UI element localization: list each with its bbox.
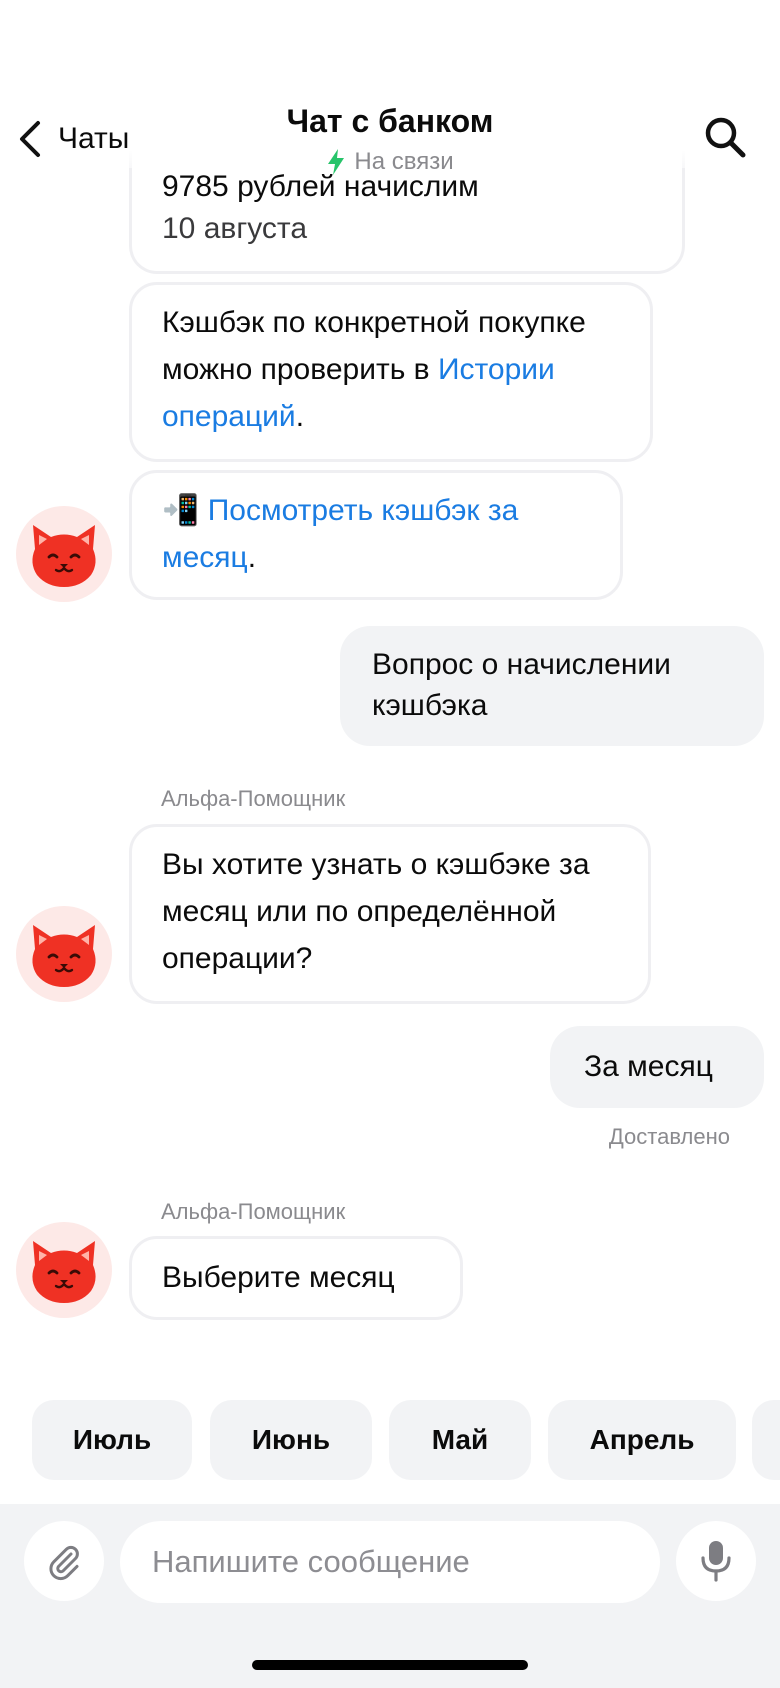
assistant-avatar <box>16 506 112 602</box>
message-text: Вы хотите узнать о кэшбэке за месяц или … <box>162 848 590 975</box>
cellular-signal-icon <box>570 38 610 64</box>
message-text: За месяц <box>584 1050 713 1083</box>
punctuation: . <box>247 541 257 574</box>
cat-avatar-icon <box>32 525 96 587</box>
assistant-avatar <box>16 1222 112 1318</box>
quick-reply-june[interactable]: Июнь <box>210 1400 372 1480</box>
sender-name: Альфа-Помощник <box>161 786 346 811</box>
battery-empty-portion <box>705 37 718 65</box>
monthly-cashback-link[interactable]: Посмотреть кэшбэк за месяц <box>162 494 518 574</box>
outgoing-message-bubble: За месяц <box>550 1026 764 1108</box>
paperclip-icon <box>49 1545 79 1581</box>
search-icon[interactable] <box>702 114 748 160</box>
chat-screen: 18:53 72 Чаты 9785 рублей начислим 10 ав… <box>0 0 780 1688</box>
quick-reply-next-partial[interactable] <box>752 1400 780 1480</box>
message-text: 10 августа <box>162 212 308 245</box>
attach-button[interactable] <box>24 1521 104 1601</box>
online-status-text: На связи <box>354 148 454 175</box>
battery-indicator: 72 <box>672 37 724 65</box>
quick-reply-may[interactable]: Май <box>389 1400 531 1480</box>
message-text: Выберите месяц <box>162 1261 395 1294</box>
voice-message-button[interactable] <box>676 1521 756 1601</box>
cat-avatar-icon <box>32 1241 96 1303</box>
back-chevron-icon <box>20 121 40 157</box>
back-button[interactable]: Чаты <box>16 114 129 164</box>
lightning-icon <box>328 149 345 175</box>
phone-arrow-emoji-icon: 📲 <box>162 494 200 527</box>
outgoing-message-bubble: Вопрос о начислении кэшбэка <box>340 626 764 746</box>
sender-name: Альфа-Помощник <box>161 1199 346 1224</box>
assistant-avatar <box>16 906 112 1002</box>
message-input[interactable] <box>120 1521 660 1603</box>
quick-reply-july[interactable]: Июль <box>32 1400 192 1480</box>
microphone-icon <box>701 1541 731 1582</box>
home-indicator <box>252 1660 528 1670</box>
delivery-status: Доставлено <box>608 1124 730 1149</box>
wifi-icon <box>624 37 660 63</box>
incoming-message-bubble: Выберите месяц <box>129 1236 463 1320</box>
cat-avatar-icon <box>32 925 96 987</box>
incoming-message-bubble: 📲 Посмотреть кэшбэк за месяц. <box>129 470 623 600</box>
incoming-message-bubble: Кэшбэк по конкретной покупке можно прове… <box>129 282 653 462</box>
message-text: Вопрос о начислении кэшбэка <box>372 648 671 722</box>
punctuation: . <box>295 400 305 433</box>
back-label: Чаты <box>58 122 130 155</box>
incoming-message-bubble: Вы хотите узнать о кэшбэке за месяц или … <box>129 824 651 1004</box>
status-time: 18:53 <box>82 30 172 68</box>
battery-level-text: 72 <box>683 39 707 62</box>
quick-reply-april[interactable]: Апрель <box>548 1400 736 1480</box>
